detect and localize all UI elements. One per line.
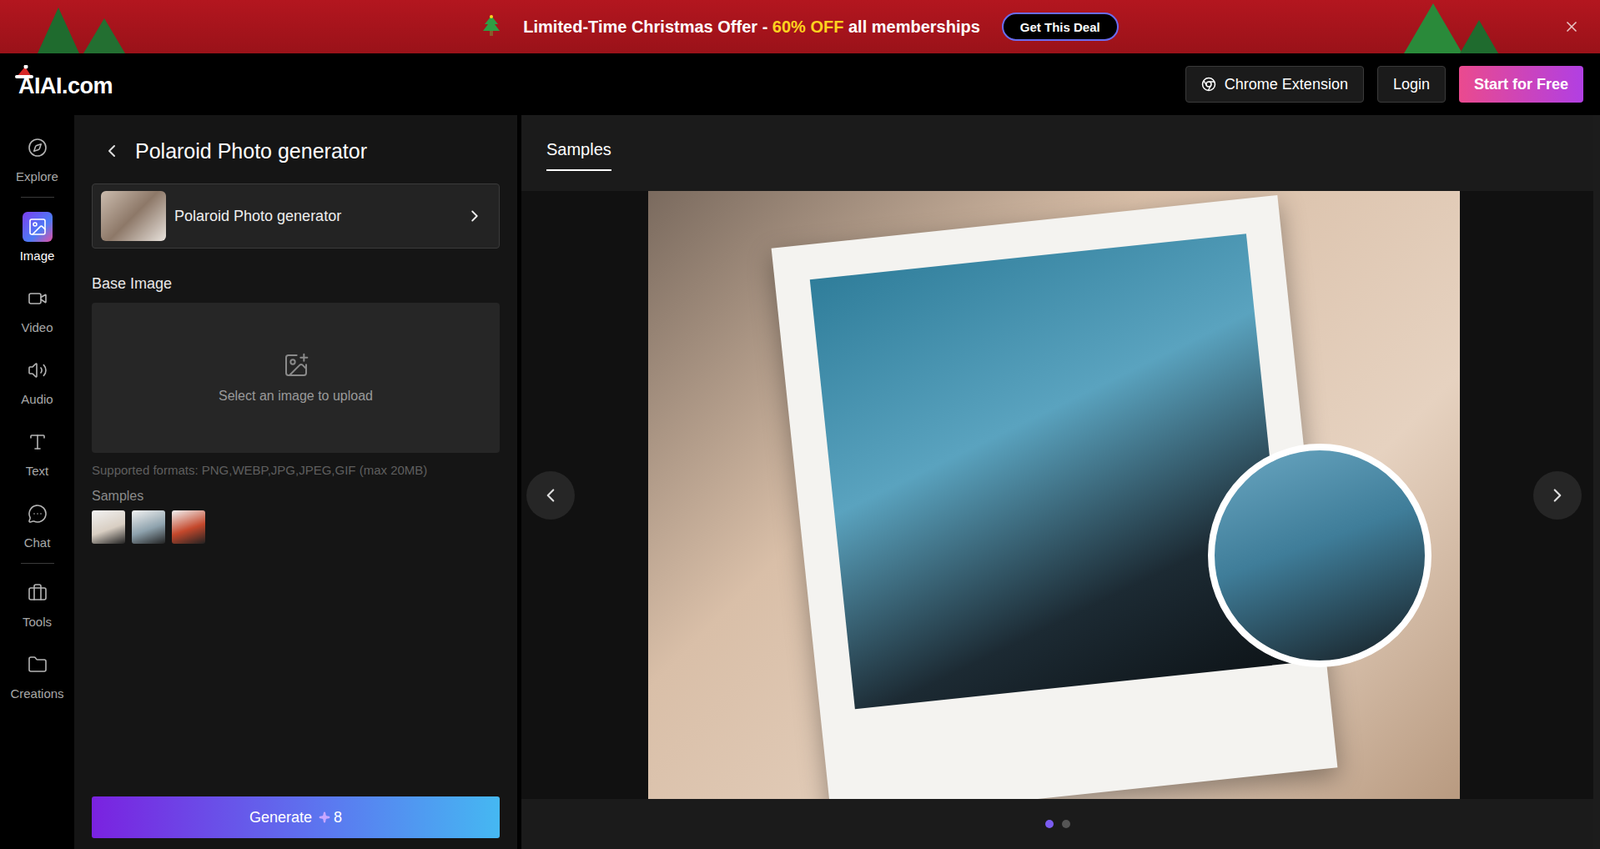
nav-icon — [27, 360, 48, 381]
carousel — [521, 191, 1594, 800]
back-arrow-icon — [101, 140, 122, 162]
close-icon — [1563, 18, 1580, 36]
model-thumbnail — [100, 191, 167, 242]
viewer-tabs: Samples — [521, 115, 1594, 192]
sample-photo — [648, 191, 1460, 800]
nav-item[interactable]: Video — [0, 272, 75, 345]
model-name: Polaroid Photo generator — [174, 207, 458, 226]
tree-decoration-icon — [1399, 3, 1500, 54]
side-nav: ExploreImageVideoAudioTextChatToolsCreat… — [0, 115, 75, 849]
header-button[interactable]: Chrome Extension — [1185, 65, 1364, 103]
upload-box[interactable]: Select an image to upload — [91, 302, 500, 453]
nav-icon — [27, 583, 48, 604]
source-photo-inset — [1207, 443, 1432, 668]
nav-item[interactable]: Creations — [0, 638, 75, 711]
nav-item[interactable]: Text — [0, 416, 75, 489]
model-card[interactable]: Polaroid Photo generator — [91, 183, 500, 249]
promo-banner: Limited-Time Christmas Offer - 60% OFF a… — [0, 0, 1600, 54]
nav-icon-box — [22, 211, 53, 242]
banner-text: Limited-Time Christmas Offer - 60% OFF a… — [523, 17, 981, 37]
polaroid-shot — [809, 233, 1291, 710]
nav-item[interactable]: Explore — [0, 121, 75, 194]
nav-item[interactable]: Chat — [0, 488, 75, 560]
chevron-left-icon — [539, 484, 562, 507]
image-upload-icon — [282, 352, 310, 379]
nav-item[interactable]: Tools — [0, 567, 75, 639]
banner-close-button[interactable] — [1559, 15, 1584, 39]
nav-icon-box — [22, 132, 53, 163]
back-button[interactable] — [100, 139, 124, 163]
nav-icon — [27, 432, 48, 453]
next-button[interactable] — [1533, 471, 1582, 520]
nav-divider — [20, 196, 55, 198]
nav-icon-box — [22, 283, 53, 314]
nav-icon — [27, 503, 48, 524]
nav-divider — [20, 563, 55, 564]
viewer-tab[interactable]: Samples — [546, 140, 612, 172]
sample-thumbnail[interactable] — [131, 510, 166, 544]
formats-hint: Supported formats: PNG,WEBP,JPG,JPEG,GIF… — [91, 462, 500, 478]
sample-thumbnail[interactable] — [91, 510, 126, 544]
christmas-tree-icon — [481, 15, 502, 39]
header-button[interactable]: Start for Free — [1459, 65, 1584, 103]
nav-icon — [27, 216, 48, 237]
samples-label: Samples — [91, 488, 500, 504]
viewer: Samples — [521, 115, 1600, 849]
chevron-right-icon — [465, 206, 484, 226]
tree-decoration-icon — [33, 3, 134, 54]
header: AIAI.com Chrome Extension Login Start for F… — [0, 53, 1600, 116]
nav-icon — [27, 137, 48, 158]
page: Limited-Time Christmas Offer - 60% OFF a… — [0, 0, 1600, 849]
body: ExploreImageVideoAudioTextChatToolsCreat… — [0, 115, 1600, 849]
panel-title-row: Polaroid Photo generator — [91, 130, 500, 172]
previous-button[interactable] — [526, 471, 575, 520]
nav-icon-box — [22, 649, 53, 680]
generate-cost: 8 — [318, 809, 343, 827]
sample-thumbnail[interactable] — [171, 510, 206, 544]
nav-icon — [27, 654, 48, 675]
nav-item[interactable]: Audio — [0, 344, 75, 417]
chevron-right-icon — [1546, 484, 1569, 507]
header-actions: Chrome Extension Login Start for Free — [1185, 65, 1584, 103]
nav-icon-box — [22, 427, 53, 458]
chrome-icon — [1201, 76, 1217, 92]
carousel-dots — [521, 799, 1594, 849]
generator-panel: Polaroid Photo generator Polaroid Photo g… — [74, 115, 518, 849]
base-image-label: Base Image — [91, 275, 500, 293]
logo[interactable]: AIAI.com — [18, 70, 113, 100]
nav-icon — [27, 288, 48, 309]
deal-button[interactable]: Get This Deal — [1001, 12, 1119, 41]
nav-icon-box — [22, 578, 53, 609]
generate-button[interactable]: Generate8 — [91, 796, 500, 839]
nav-icon-box — [22, 355, 53, 386]
sample-list — [91, 510, 500, 544]
carousel-dot[interactable] — [1061, 820, 1071, 829]
nav-icon-box — [22, 498, 53, 529]
panel-title: Polaroid Photo generator — [135, 139, 368, 164]
santa-hat-icon — [15, 65, 34, 79]
sparkle-icon — [318, 811, 331, 824]
banner-highlight: 60% OFF — [772, 17, 845, 36]
nav-item[interactable]: Image — [0, 201, 75, 273]
header-button[interactable]: Login — [1377, 65, 1446, 103]
carousel-dot[interactable] — [1045, 820, 1054, 829]
